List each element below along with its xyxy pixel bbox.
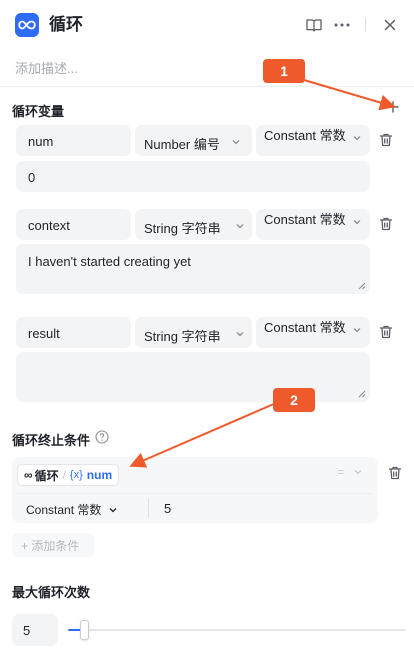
termination-condition: ∞ 循环 / {x} num = Constant 常数 5 [12,457,378,523]
condition-variable-tag[interactable]: ∞ 循环 / {x} num [17,464,120,486]
tag-source: 循环 [34,468,59,483]
trash-icon[interactable] [378,216,394,232]
panel-header: 循环 [0,0,414,52]
add-condition-button[interactable]: + 添加条件 [12,533,94,557]
header-separator [365,18,366,32]
condition-separator [148,499,149,517]
chevron-down-icon [109,508,117,513]
variable-type-text: String 字符串 [144,329,221,344]
variable-type-text: Number 编号 [144,137,220,152]
termination-title: 循环终止条件 [12,433,91,448]
variable-value-textarea[interactable]: I haven't started creating yet [16,244,370,294]
loop-variables-title: 循环变量 [12,104,65,119]
annotation-badge: 2 [273,388,315,412]
tag-separator: / [62,468,66,482]
resize-grip-icon[interactable] [358,390,366,398]
variable-name-text: num [28,134,54,149]
tag-variable: num [86,468,113,482]
book-icon[interactable] [303,14,325,36]
chevron-down-icon [353,136,361,141]
max-loops-value: 5 [23,623,31,638]
chevron-down-icon [353,328,361,333]
slider-handle[interactable] [80,620,89,640]
plus-icon[interactable] [384,98,402,116]
chevron-down-icon [354,470,362,475]
variable-icon: {x} [69,469,83,481]
variable-name-input[interactable]: result [16,317,131,348]
condition-value-mode-select[interactable]: Constant 常数 [26,501,118,518]
variable-value-textarea[interactable] [16,352,370,402]
variable-type-select[interactable]: Number 编号 [135,125,252,156]
condition-divider [17,493,373,494]
panel-title: 循环 [49,15,83,34]
description-input[interactable]: 添加描述... [15,58,78,77]
variable-mode-select[interactable]: Constant 常数 [256,209,370,240]
trash-icon[interactable] [378,324,394,340]
variable-type-text: String 字符串 [144,221,221,236]
variable-type-select[interactable]: String 字符串 [135,209,252,240]
help-icon[interactable] [95,430,109,444]
chevron-down-icon [232,140,240,145]
chevron-down-icon [353,220,361,225]
chevron-down-icon [236,332,244,337]
infinity-icon [15,13,39,37]
variable-name-text: context [28,218,70,233]
header-divider [0,86,414,87]
trash-icon[interactable] [378,132,394,148]
infinity-icon: ∞ [24,468,33,482]
loop-node-panel: 循环 添加描述... 循环变量 num Number 编号 Constant 常… [0,0,414,660]
condition-value-input[interactable]: 5 [164,501,171,516]
resize-grip-icon[interactable] [358,282,366,290]
variable-mode-text: Constant 常数 [264,212,346,227]
variable-name-input[interactable]: num [16,125,131,156]
variable-mode-text: Constant 常数 [264,128,346,143]
max-loops-input[interactable]: 5 [12,614,58,646]
variable-name-text: result [28,326,60,341]
more-icon[interactable] [331,14,353,36]
variable-mode-select[interactable]: Constant 常数 [256,317,370,348]
max-loops-title: 最大循环次数 [12,585,91,600]
variable-value-text: 0 [28,170,36,185]
variable-value-input[interactable]: 0 [16,161,370,192]
slider-track[interactable] [86,629,406,631]
value-mode-text: Constant 常数 [26,503,102,517]
chevron-down-icon [236,224,244,229]
variable-mode-select[interactable]: Constant 常数 [256,125,370,156]
annotation-badge: 1 [263,59,305,83]
trash-icon[interactable] [387,465,403,481]
variable-type-select[interactable]: String 字符串 [135,317,252,348]
variable-value-text: I haven't started creating yet [28,254,191,269]
variable-mode-text: Constant 常数 [264,320,346,335]
close-icon[interactable] [379,14,401,36]
operator-text: = [337,465,345,479]
operator-select[interactable]: = [337,465,363,479]
variable-name-input[interactable]: context [16,209,131,240]
